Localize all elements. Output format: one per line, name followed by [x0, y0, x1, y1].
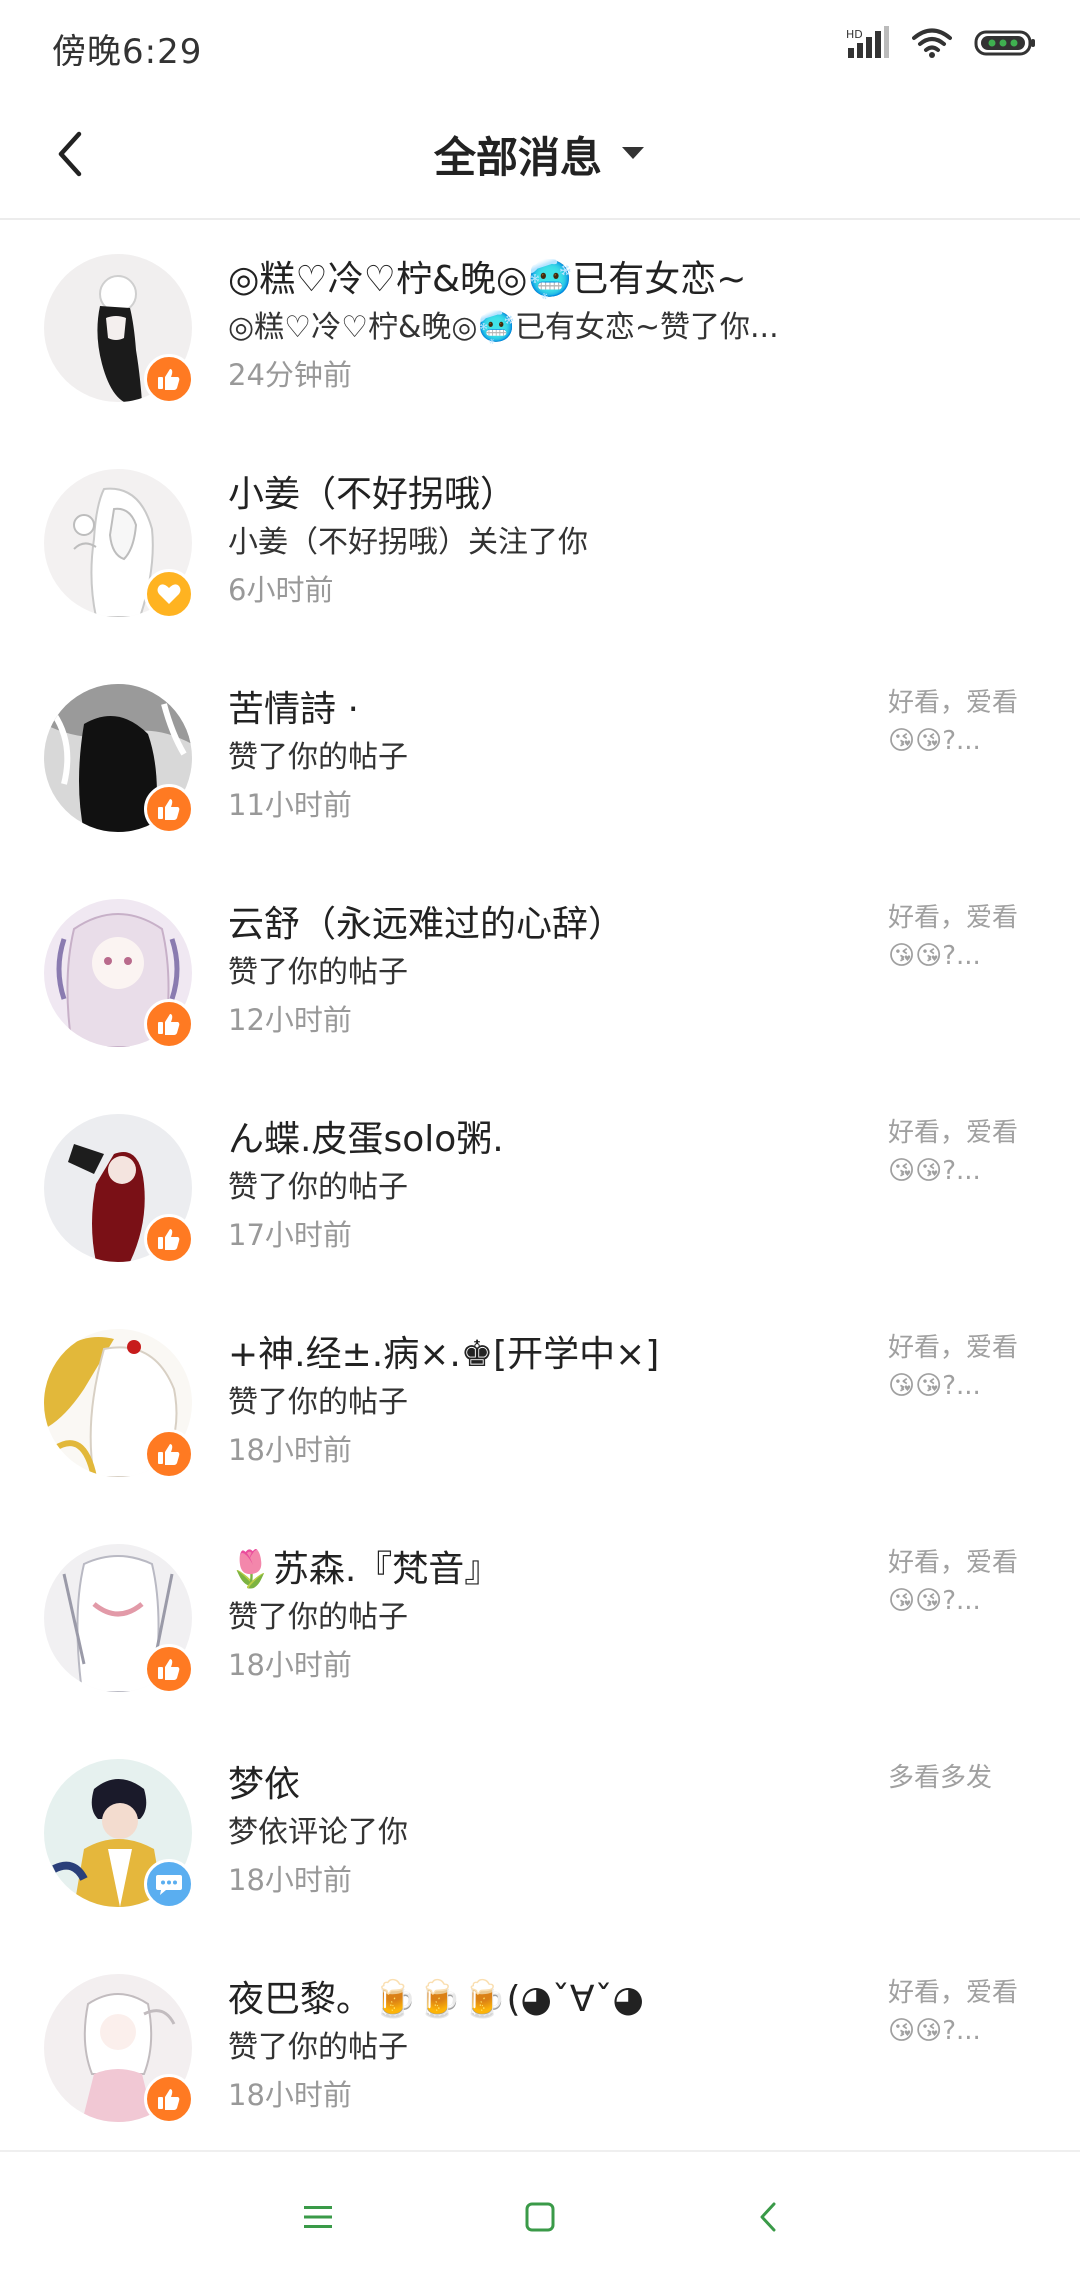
- message-time: 18小时前: [228, 2078, 352, 2112]
- heart-icon: [157, 584, 181, 604]
- home-square-icon: [525, 2202, 555, 2232]
- message-text: 小姜（不好拐哦）关注了你: [228, 525, 588, 560]
- message-time: 11小时前: [228, 788, 352, 822]
- page-title: 全部消息: [433, 133, 602, 182]
- sender-name[interactable]: +神.经±.病×.♚[开学中×]: [228, 1325, 659, 1377]
- sender-name[interactable]: ん蝶.皮蛋solo粥.: [228, 1110, 504, 1162]
- status-bar: 傍晚6:29 HD: [0, 0, 1080, 96]
- like-badge: [144, 1429, 194, 1479]
- message-text: 赞了你的帖子: [228, 2030, 408, 2065]
- message-time: 18小时前: [228, 1648, 352, 1682]
- menu-button[interactable]: [283, 2182, 353, 2252]
- like-badge: [144, 2074, 194, 2124]
- message-text: 赞了你的帖子: [228, 1600, 408, 1635]
- nav-back-button[interactable]: [733, 2182, 803, 2252]
- message-filter-dropdown[interactable]: 全部消息: [0, 124, 1080, 185]
- follow-badge: [144, 569, 194, 619]
- post-preview[interactable]: 好看，爱看😘😘?...: [888, 1329, 1038, 1405]
- triangle-down-icon: [620, 145, 646, 165]
- thumbs-up-icon: [158, 2089, 180, 2110]
- sender-name[interactable]: 云舒（永远难过的心辞）: [228, 895, 624, 947]
- comment-badge: [144, 1859, 194, 1909]
- sender-name[interactable]: 🌷苏森.『梵音』: [228, 1540, 500, 1592]
- message-text: 赞了你的帖子: [228, 740, 408, 775]
- wifi-icon: [912, 27, 952, 63]
- post-preview[interactable]: 好看，爱看😘😘?...: [888, 899, 1038, 975]
- signal-icon: HD: [846, 26, 890, 64]
- post-preview[interactable]: 好看，爱看😘😘?...: [888, 684, 1038, 760]
- thumbs-up-icon: [158, 1444, 180, 1465]
- like-badge: [144, 999, 194, 1049]
- like-badge: [144, 1214, 194, 1264]
- message-text: 梦依评论了你: [228, 1815, 408, 1850]
- status-icons: HD: [846, 26, 1036, 64]
- message-item[interactable]: 夜巴黎。🍺🍺🍺(◕ˇ∀ˇ◕ 赞了你的帖子 18小时前 好看，爱看😘😘?...: [0, 1940, 1080, 2155]
- message-text: ◎糕♡冷♡柠&晚◎🥶已有女恋~赞了你...: [228, 310, 779, 345]
- like-badge: [144, 354, 194, 404]
- signal-hd-label: HD: [846, 28, 863, 41]
- message-item[interactable]: 🌷苏森.『梵音』 赞了你的帖子 18小时前 好看，爱看😘😘?...: [0, 1510, 1080, 1725]
- post-preview[interactable]: 好看，爱看😘😘?...: [888, 1974, 1038, 2050]
- message-list: ◎糕♡冷♡柠&晚◎🥶已有女恋~ ◎糕♡冷♡柠&晚◎🥶已有女恋~赞了你... 24…: [0, 220, 1080, 2155]
- message-time: 24分钟前: [228, 358, 352, 392]
- battery-icon: [974, 29, 1036, 61]
- message-time: 6小时前: [228, 573, 334, 607]
- thumbs-up-icon: [158, 1659, 180, 1680]
- sender-name[interactable]: 夜巴黎。🍺🍺🍺(◕ˇ∀ˇ◕: [228, 1970, 644, 2022]
- home-button[interactable]: [505, 2182, 575, 2252]
- sender-name[interactable]: 梦依: [228, 1755, 300, 1807]
- header: 全部消息: [0, 96, 1080, 220]
- message-item[interactable]: ◎糕♡冷♡柠&晚◎🥶已有女恋~ ◎糕♡冷♡柠&晚◎🥶已有女恋~赞了你... 24…: [0, 220, 1080, 435]
- thumbs-up-icon: [158, 1014, 180, 1035]
- message-time: 18小时前: [228, 1863, 352, 1897]
- message-time: 18小时前: [228, 1433, 352, 1467]
- message-time: 12小时前: [228, 1003, 352, 1037]
- status-time: 傍晚6:29: [52, 32, 203, 72]
- message-item[interactable]: 梦依 梦依评论了你 18小时前 多看多发: [0, 1725, 1080, 1940]
- post-preview[interactable]: 好看，爱看😘😘?...: [888, 1544, 1038, 1620]
- system-nav-bar: [0, 2150, 1080, 2280]
- chat-bubble-icon: [156, 1875, 182, 1895]
- comment-preview[interactable]: 多看多发: [888, 1759, 1038, 1797]
- message-text: 赞了你的帖子: [228, 1170, 408, 1205]
- thumbs-up-icon: [158, 1229, 180, 1250]
- message-item[interactable]: 苦情詩 · 赞了你的帖子 11小时前 好看，爱看😘😘?...: [0, 650, 1080, 865]
- thumbs-up-icon: [158, 799, 180, 820]
- post-preview[interactable]: 好看，爱看😘😘?...: [888, 1114, 1038, 1190]
- message-item[interactable]: 小姜（不好拐哦） 小姜（不好拐哦）关注了你 6小时前: [0, 435, 1080, 650]
- sender-name[interactable]: 小姜（不好拐哦）: [228, 465, 516, 517]
- message-time: 17小时前: [228, 1218, 352, 1252]
- sender-name[interactable]: ◎糕♡冷♡柠&晚◎🥶已有女恋~: [228, 250, 746, 302]
- back-chevron-icon: [760, 2202, 776, 2232]
- message-text: 赞了你的帖子: [228, 955, 408, 990]
- sender-name[interactable]: 苦情詩 ·: [228, 680, 359, 732]
- message-item[interactable]: 云舒（永远难过的心辞） 赞了你的帖子 12小时前 好看，爱看😘😘?...: [0, 865, 1080, 1080]
- thumbs-up-icon: [158, 369, 180, 390]
- message-text: 赞了你的帖子: [228, 1385, 408, 1420]
- like-badge: [144, 1644, 194, 1694]
- message-item[interactable]: +神.经±.病×.♚[开学中×] 赞了你的帖子 18小时前 好看，爱看😘😘?..…: [0, 1295, 1080, 1510]
- message-item[interactable]: ん蝶.皮蛋solo粥. 赞了你的帖子 17小时前 好看，爱看😘😘?...: [0, 1080, 1080, 1295]
- like-badge: [144, 784, 194, 834]
- menu-icon: [304, 2206, 332, 2228]
